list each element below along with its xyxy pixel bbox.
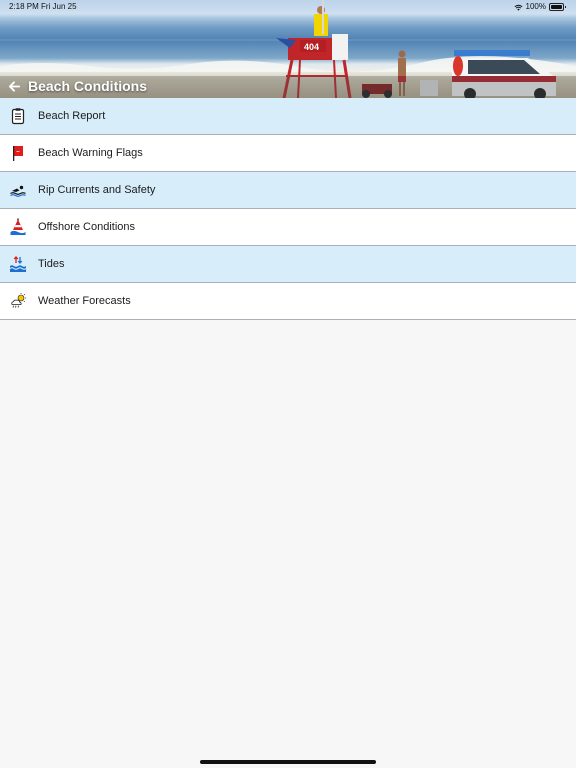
menu-item-warning-flags[interactable]: Beach Warning Flags bbox=[0, 135, 576, 172]
tide-icon bbox=[9, 256, 27, 272]
menu-item-weather[interactable]: Weather Forecasts bbox=[0, 283, 576, 320]
status-indicators: 100% bbox=[514, 0, 566, 14]
menu-item-label: Beach Report bbox=[38, 110, 106, 122]
weather-icon bbox=[11, 293, 26, 308]
menu-item-offshore[interactable]: Offshore Conditions bbox=[0, 209, 576, 246]
header-banner: 404 2:18 PM Fri Jun 25 100% Beach Condit… bbox=[0, 0, 576, 98]
conditions-menu: Beach Report Beach Warning Flags Rip Cur… bbox=[0, 98, 576, 320]
home-indicator[interactable] bbox=[200, 760, 376, 764]
battery-percent: 100% bbox=[525, 2, 546, 11]
red-flag-icon bbox=[13, 146, 23, 161]
battery-icon bbox=[549, 3, 566, 11]
swimmer-icon bbox=[10, 185, 26, 197]
clipboard-icon bbox=[11, 108, 25, 125]
status-time: 2:18 PM bbox=[9, 2, 39, 11]
menu-item-label: Tides bbox=[38, 258, 65, 270]
status-bar: 2:18 PM Fri Jun 25 100% bbox=[0, 0, 576, 14]
menu-item-label: Weather Forecasts bbox=[38, 295, 131, 307]
menu-item-label: Offshore Conditions bbox=[38, 221, 136, 233]
menu-item-beach-report[interactable]: Beach Report bbox=[0, 98, 576, 135]
menu-item-rip-currents[interactable]: Rip Currents and Safety bbox=[0, 172, 576, 209]
menu-item-label: Rip Currents and Safety bbox=[38, 184, 156, 196]
buoy-icon bbox=[10, 218, 26, 235]
svg-text:404: 404 bbox=[304, 42, 319, 52]
back-arrow-icon[interactable] bbox=[8, 80, 21, 93]
menu-item-label: Beach Warning Flags bbox=[38, 147, 143, 159]
page-title: Beach Conditions bbox=[28, 78, 148, 94]
wifi-icon bbox=[514, 4, 523, 11]
menu-item-tides[interactable]: Tides bbox=[0, 246, 576, 283]
status-date: Fri Jun 25 bbox=[41, 2, 77, 11]
